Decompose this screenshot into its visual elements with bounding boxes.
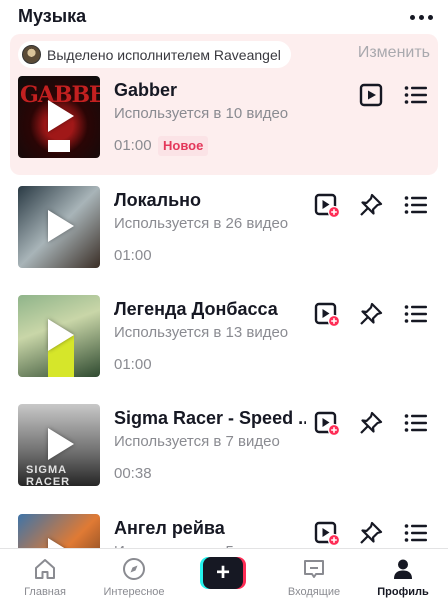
new-badge: Новое: [158, 136, 209, 156]
play-icon: [48, 100, 74, 132]
create-button[interactable]: +: [200, 557, 246, 589]
track-title: Gabber: [114, 80, 178, 100]
add-video-icon[interactable]: [314, 192, 340, 218]
header: Музыка: [0, 0, 448, 34]
track-cover[interactable]: GABBER: [18, 76, 100, 158]
inbox-icon: [304, 560, 324, 578]
track-cover[interactable]: [18, 186, 100, 268]
pin-icon[interactable]: [358, 192, 384, 218]
track-title: Ангел рейва: [114, 518, 225, 538]
tab-label: Интересное: [103, 586, 165, 598]
track-usage: Используется в 7 видео: [114, 433, 280, 450]
track-cover[interactable]: [18, 295, 100, 377]
tab-profile[interactable]: Профиль: [358, 549, 448, 604]
add-video-icon[interactable]: [314, 301, 340, 327]
track-duration: 00:38: [114, 465, 152, 482]
profile-icon: [394, 559, 412, 579]
add-video-icon[interactable]: [314, 520, 340, 546]
bottom-tab-bar: Главная Интересное + Входящие Профиль: [0, 548, 448, 604]
track-title: Sigma Racer - Speed ...: [114, 408, 306, 428]
list-icon[interactable]: [403, 82, 429, 108]
track-row[interactable]: Локально Используется в 26 видео 01:00: [0, 186, 448, 282]
play-icon: [48, 319, 74, 351]
track-usage: Используется в 26 видео: [114, 215, 289, 232]
track-usage: Используется в 10 видео: [114, 105, 289, 122]
more-dots-icon[interactable]: [406, 8, 436, 26]
plus-icon: +: [203, 557, 243, 589]
play-video-icon[interactable]: [358, 82, 384, 108]
pin-icon[interactable]: [358, 520, 384, 546]
play-icon: [48, 428, 74, 460]
artist-highlight-text: Выделено исполнителем Raveangel: [47, 46, 281, 63]
tab-label: Главная: [24, 586, 66, 598]
list-icon[interactable]: [403, 410, 429, 436]
artist-pill[interactable]: Выделено исполнителем Raveangel: [18, 41, 291, 68]
add-video-icon[interactable]: [314, 410, 340, 436]
pin-icon[interactable]: [358, 410, 384, 436]
page-title: Музыка: [18, 6, 87, 26]
list-icon[interactable]: [403, 301, 429, 327]
artist-avatar: [22, 45, 41, 64]
tab-home[interactable]: Главная: [0, 549, 90, 604]
track-title: Легенда Донбасса: [114, 299, 278, 319]
play-icon: [48, 210, 74, 242]
tab-label: Профиль: [377, 586, 429, 598]
tab-inbox[interactable]: Входящие: [269, 549, 359, 604]
track-cover[interactable]: SIGMA RACER: [18, 404, 100, 486]
change-button[interactable]: Изменить: [358, 44, 430, 62]
tab-discover[interactable]: Интересное: [89, 549, 179, 604]
compass-icon: [123, 558, 145, 580]
track-row[interactable]: GABBER Gabber Используется в 10 видео 01…: [0, 76, 448, 172]
track-usage: Используется в 13 видео: [114, 324, 289, 341]
home-icon: [35, 559, 55, 579]
list-icon[interactable]: [403, 192, 429, 218]
list-icon[interactable]: [403, 520, 429, 546]
tab-label: Входящие: [287, 586, 341, 598]
track-duration: 01:00: [114, 247, 152, 264]
track-row[interactable]: SIGMA RACER Sigma Racer - Speed ... Испо…: [0, 404, 448, 500]
track-duration: 01:00: [114, 137, 152, 154]
track-title: Локально: [114, 190, 202, 210]
track-row[interactable]: Легенда Донбасса Используется в 13 видео…: [0, 295, 448, 391]
pin-icon[interactable]: [358, 301, 384, 327]
track-duration: 01:00: [114, 356, 152, 373]
